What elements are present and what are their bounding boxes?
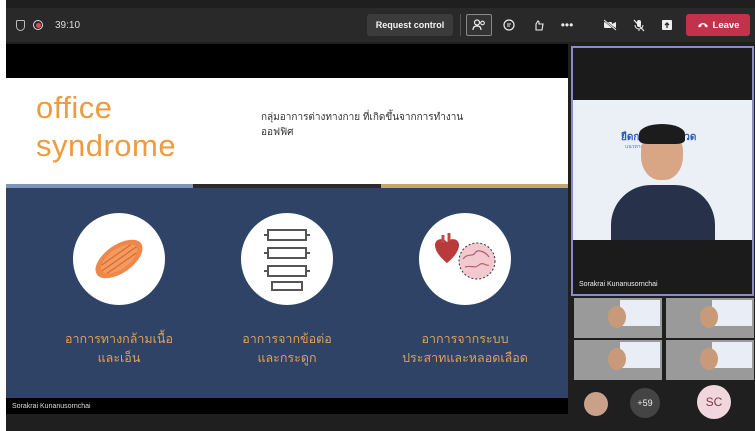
video-background — [712, 342, 752, 368]
participant-video-tile[interactable] — [666, 340, 754, 380]
speaker-video-tile[interactable]: ยืดกาย คลายปวด แนวทางการดูแลตนเอง Sorakr… — [571, 46, 754, 296]
participant-video-tile[interactable] — [666, 298, 754, 338]
participant-face — [700, 348, 718, 370]
caption-line: และเอ็น — [97, 351, 141, 365]
speaker-hair — [639, 124, 685, 144]
slide-header: office syndrome กลุ่มอาการต่างทางกาย ที่… — [6, 78, 568, 184]
muscle-icon — [73, 213, 165, 305]
speaker-body — [611, 185, 715, 240]
caption-line: อาการทางกล้ามเนื้อ — [64, 332, 173, 346]
avatar[interactable] — [584, 392, 608, 416]
mic-off-icon[interactable] — [626, 14, 652, 36]
share-icon[interactable] — [654, 14, 680, 36]
request-control-button[interactable]: Request control — [367, 14, 453, 36]
people-icon[interactable] — [466, 14, 492, 36]
shield-icon — [16, 19, 25, 31]
reactions-icon[interactable] — [526, 14, 552, 36]
more-participants-button[interactable]: +59 — [630, 388, 660, 418]
speaker-video: ยืดกาย คลายปวด แนวทางการดูแลตนเอง — [573, 100, 752, 240]
participant-face — [608, 306, 626, 328]
phone-icon — [697, 23, 708, 28]
record-icon — [33, 20, 43, 30]
shared-content-stage: office syndrome กลุ่มอาการต่างทางกาย ที่… — [6, 44, 568, 414]
leave-button[interactable]: Leave — [686, 14, 750, 36]
leave-label: Leave — [712, 19, 740, 31]
video-background — [620, 342, 660, 368]
slide-subtitle: กลุ่มอาการต่างทางกาย ที่เกิดขึ้นจากการทำ… — [261, 112, 464, 138]
speaker-name-label: Sorakrai Kunanusornchai — [579, 281, 658, 288]
toolbar-divider — [460, 14, 461, 36]
caption-muscle: อาการทางกล้ามเนื้อ และเอ็น — [34, 330, 204, 368]
teams-meeting-window: 39:10 Request control ••• Leave office s… — [6, 0, 755, 431]
more-icon[interactable]: ••• — [554, 14, 580, 36]
participant-face — [700, 306, 718, 328]
caption-line: อาการจากระบบ — [421, 332, 509, 346]
meeting-status: 39:10 — [6, 19, 81, 31]
presentation-slide: office syndrome กลุ่มอาการต่างทางกาย ที่… — [6, 78, 568, 398]
caption-joint: อาการจากข้อต่อ และกระดูก — [202, 330, 372, 368]
heart-brain-icon — [419, 213, 511, 305]
participant-face — [608, 348, 626, 370]
meeting-timer: 39:10 — [55, 19, 81, 31]
header-divider — [381, 184, 568, 188]
video-background — [620, 300, 660, 326]
camera-off-icon[interactable] — [597, 14, 623, 36]
caption-line: อาการจากข้อต่อ — [242, 332, 332, 346]
participant-video-tile[interactable] — [574, 298, 662, 338]
header-divider — [193, 184, 381, 188]
caption-nerve: อาการจากระบบ ประสาทและหลอดเลือด — [380, 330, 550, 368]
header-divider — [6, 184, 193, 188]
self-avatar[interactable]: SC — [697, 385, 731, 419]
presenter-name: Sorakrai Kunanusornchai — [12, 403, 91, 410]
chat-icon[interactable] — [496, 14, 522, 36]
slide-title-line1: office — [36, 90, 113, 125]
spine-icon — [241, 213, 333, 305]
participant-video-tile[interactable] — [574, 340, 662, 380]
video-background — [712, 300, 752, 326]
caption-line: ประสาทและหลอดเลือด — [402, 351, 528, 365]
meeting-toolbar: 39:10 Request control ••• Leave — [6, 8, 755, 42]
slide-title-line2: syndrome — [36, 128, 177, 163]
caption-line: และกระดูก — [257, 351, 317, 365]
